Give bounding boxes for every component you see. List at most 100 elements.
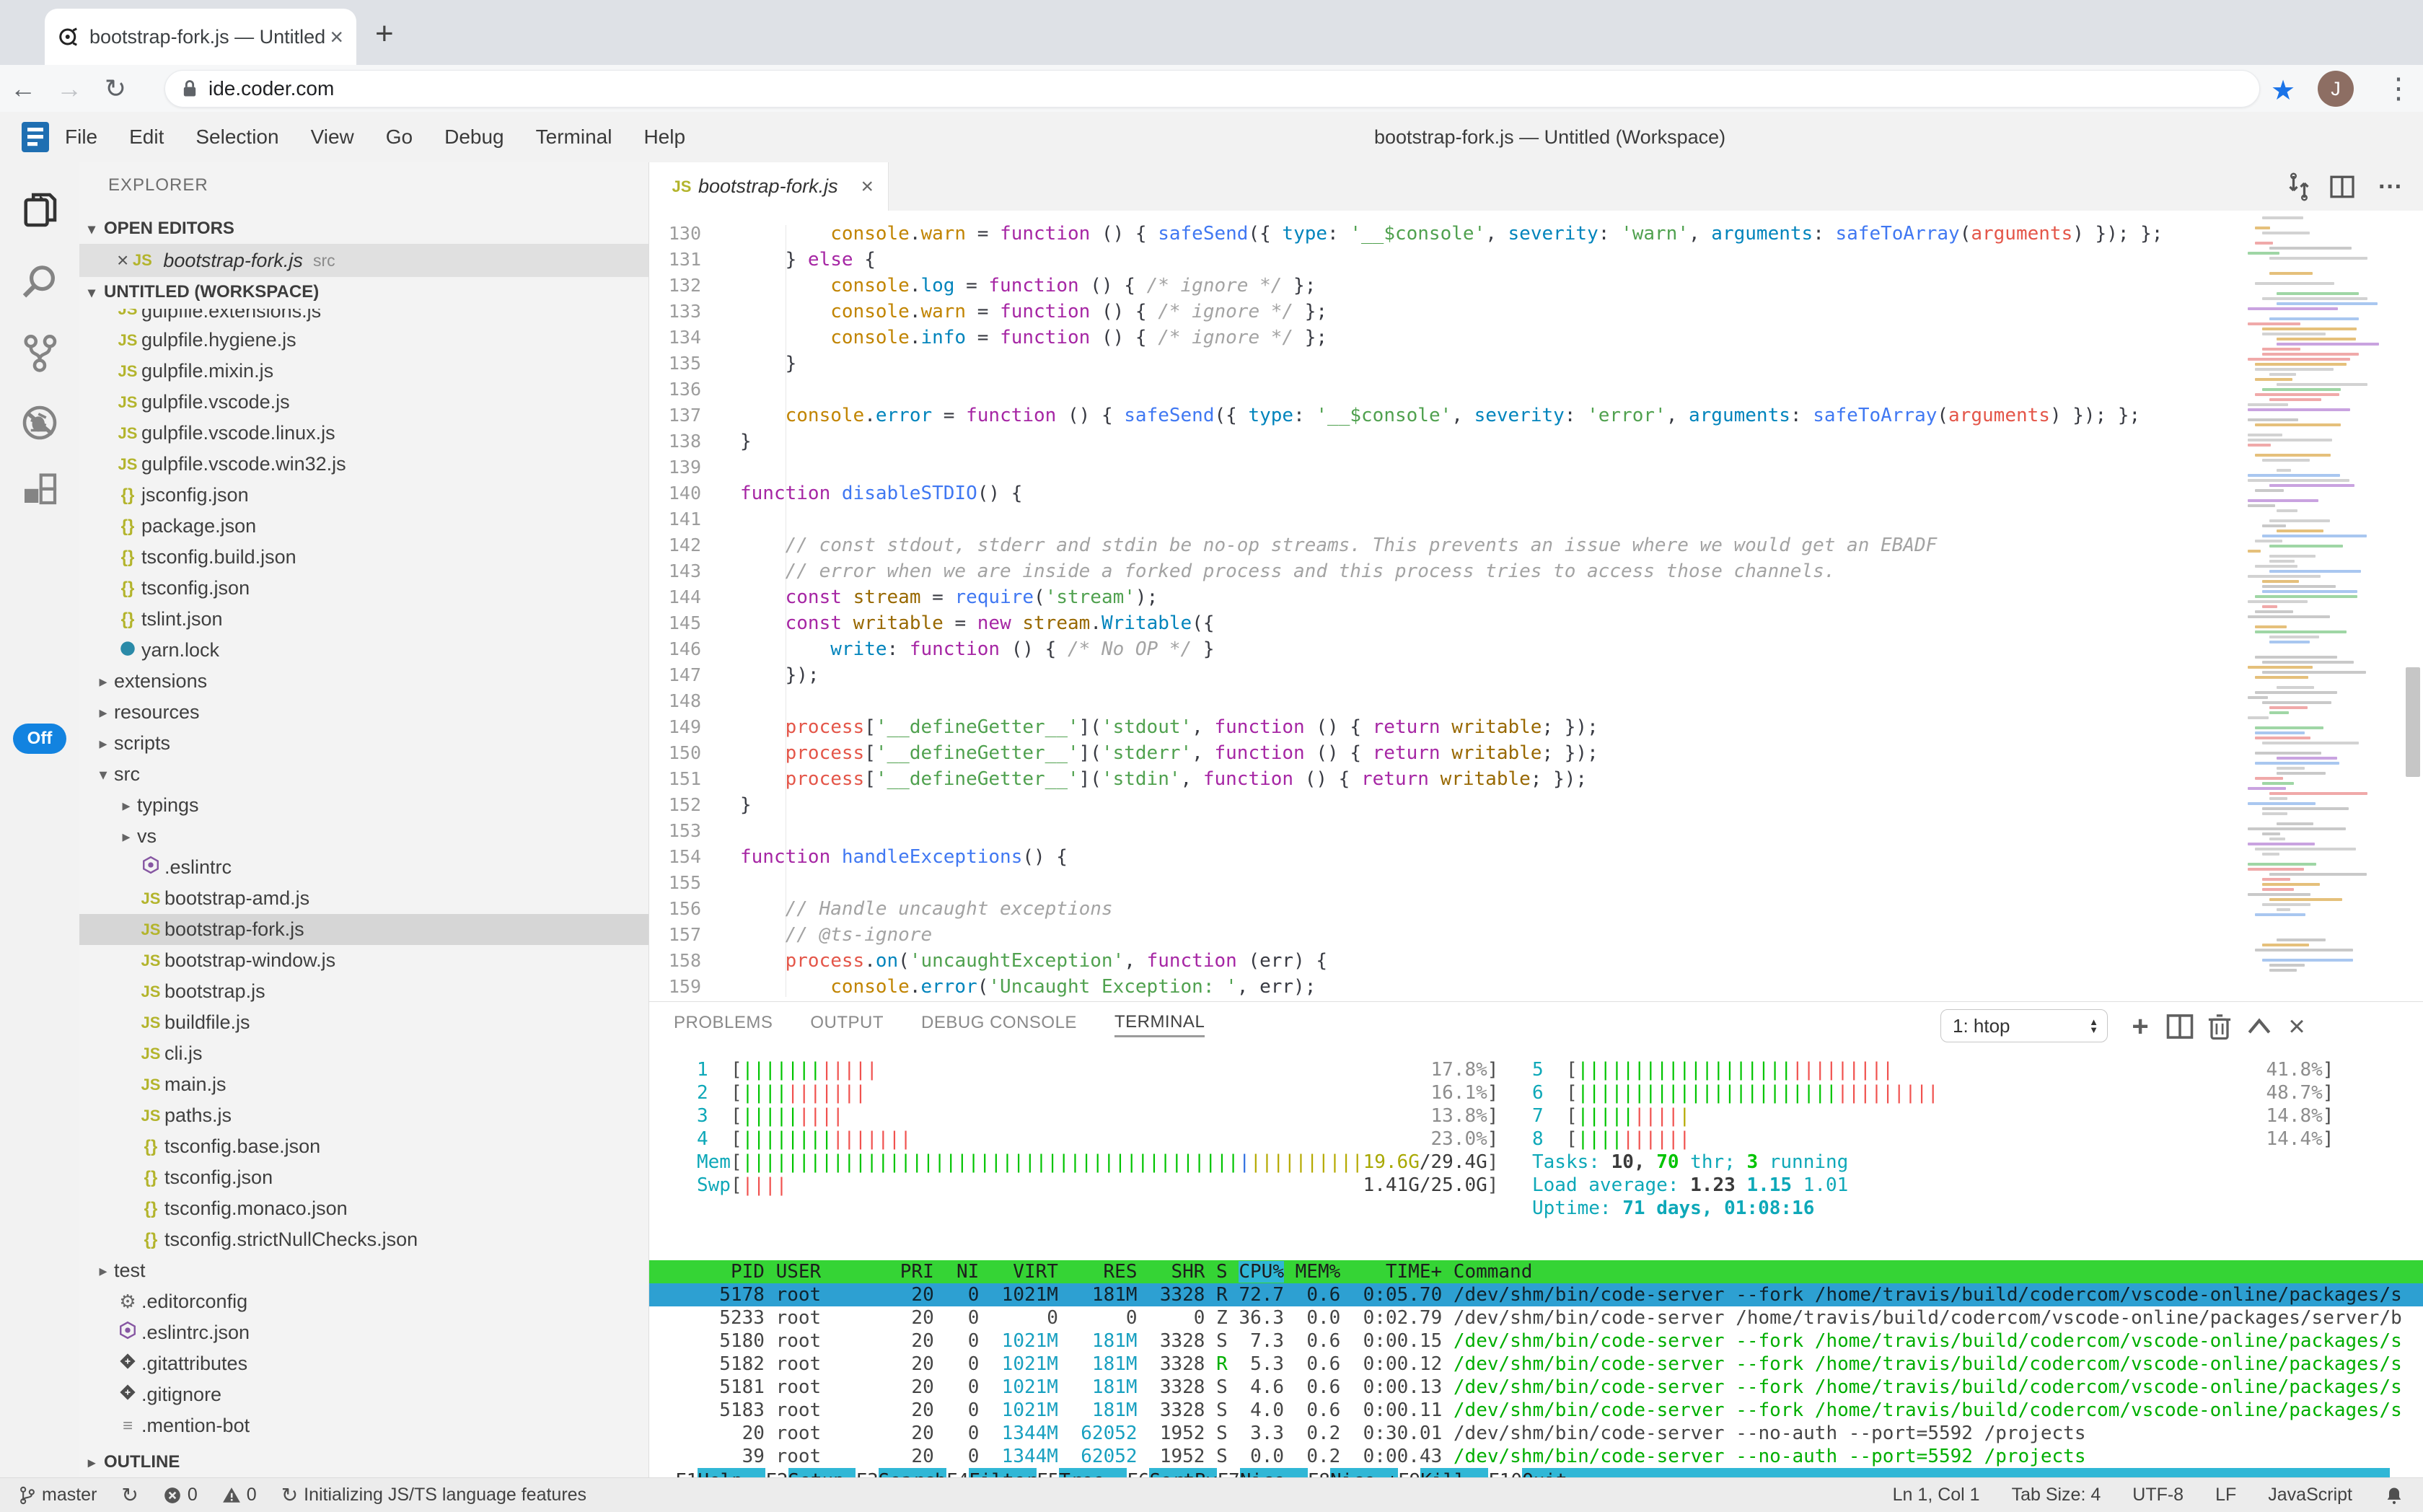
debug-disabled-icon[interactable] [19, 403, 60, 443]
panel-tab-terminal[interactable]: TERMINAL [1114, 1012, 1205, 1037]
tree-item-bootstrap-amd.js[interactable]: JSbootstrap-amd.js [79, 883, 648, 914]
menu-view[interactable]: View [295, 126, 370, 149]
tree-item-main.js[interactable]: JSmain.js [79, 1069, 648, 1100]
tab-size[interactable]: Tab Size: 4 [2012, 1485, 2101, 1506]
tree-item-gulpfile.hygiene.js[interactable]: JSgulpfile.hygiene.js [79, 325, 648, 356]
htop-process-row-5180[interactable]: 5180 root 20 0 1021M 181M 3328 S 7.3 0.6… [649, 1329, 2423, 1353]
htop-process-row-5181[interactable]: 5181 root 20 0 1021M 181M 3328 S 4.6 0.6… [649, 1376, 2423, 1399]
bookmark-star-icon[interactable]: ★ [2271, 74, 2295, 107]
off-toggle-badge[interactable]: Off [13, 724, 66, 754]
tree-item-.eslintrc[interactable]: .eslintrc [79, 852, 648, 883]
files-icon[interactable] [19, 190, 60, 230]
menu-debug[interactable]: Debug [428, 126, 520, 149]
htop-process-row-5182[interactable]: 5182 root 20 0 1021M 181M 3328 R 5.3 0.6… [649, 1353, 2423, 1376]
tree-item-src[interactable]: ▾src [79, 759, 648, 790]
tree-item-jsconfig.json[interactable]: {}jsconfig.json [79, 480, 648, 511]
tree-item-tsconfig.json[interactable]: {}tsconfig.json [79, 573, 648, 604]
tree-item-bootstrap.js[interactable]: JSbootstrap.js [79, 976, 648, 1007]
htop-process-row-5233[interactable]: 5233 root 20 0 0 0 0 Z 36.3 0.0 0:02.79 … [649, 1306, 2423, 1329]
cursor-position[interactable]: Ln 1, Col 1 [1893, 1485, 1980, 1506]
browser-menu-icon[interactable]: ⋮ [2384, 72, 2413, 105]
htop-process-row-5183[interactable]: 5183 root 20 0 1021M 181M 3328 S 4.0 0.6… [649, 1399, 2423, 1422]
panel-tab-debug-console[interactable]: DEBUG CONSOLE [921, 1013, 1077, 1036]
kill-terminal-trash-icon[interactable] [2204, 1011, 2235, 1042]
sync-item[interactable]: ↻ [121, 1483, 138, 1507]
htop-process-row-5178[interactable]: 5178 root 20 0 1021M 181M 3328 R 72.7 0.… [649, 1283, 2423, 1306]
tree-item-.eslintrc.json[interactable]: .eslintrc.json [79, 1317, 648, 1348]
git-branch-item[interactable]: master [19, 1485, 97, 1506]
tree-item-.editorconfig[interactable]: ⚙.editorconfig [79, 1286, 648, 1317]
panel-tab-output[interactable]: OUTPUT [810, 1013, 884, 1036]
tree-item-paths.js[interactable]: JSpaths.js [79, 1100, 648, 1131]
tree-item-gulpfile.vscode.win32.js[interactable]: JSgulpfile.vscode.win32.js [79, 449, 648, 480]
menu-go[interactable]: Go [370, 126, 428, 149]
more-actions-icon[interactable]: ··· [2378, 170, 2403, 204]
menu-edit[interactable]: Edit [113, 126, 180, 149]
tree-item-package.json[interactable]: {}package.json [79, 511, 648, 542]
tree-item-typings[interactable]: ▸typings [79, 790, 648, 821]
htop-process-row-20[interactable]: 20 root 20 0 1344M 62052 1952 S 3.3 0.2 … [649, 1422, 2423, 1445]
workspace-header[interactable]: ▾ UNTITLED (WORKSPACE) [79, 277, 648, 307]
htop-table-header[interactable]: PID USER PRI NI VIRT RES SHR S CPU% MEM%… [649, 1260, 2423, 1283]
terminal[interactable]: 1 [|||||||||||| 17.8%]2 [||||||||||| 16.… [649, 1047, 2423, 1478]
tree-item-extensions[interactable]: ▸extensions [79, 666, 648, 697]
tree-item-bootstrap-fork.js[interactable]: JSbootstrap-fork.js [79, 914, 648, 945]
new-tab-button[interactable]: + [375, 16, 394, 52]
bell-icon[interactable] [2384, 1485, 2404, 1506]
tree-item-resources[interactable]: ▸resources [79, 697, 648, 728]
tree-item-tsconfig.base.json[interactable]: {}tsconfig.base.json [79, 1131, 648, 1162]
menu-selection[interactable]: Selection [180, 126, 294, 149]
menu-file[interactable]: File [49, 126, 113, 149]
tree-item-cli.js[interactable]: JScli.js [79, 1038, 648, 1069]
editor-tab[interactable]: JS bootstrap-fork.js × [649, 162, 889, 211]
tree-item-tsconfig.strictNullChecks.json[interactable]: {}tsconfig.strictNullChecks.json [79, 1224, 648, 1255]
tree-item-gulpfile.extensions.js[interactable]: JSgulpfile.extensions.js [79, 309, 648, 325]
url-bar[interactable]: ide.coder.com [164, 70, 2260, 107]
tree-item-test[interactable]: ▸test [79, 1255, 648, 1286]
extensions-icon[interactable] [19, 472, 60, 513]
tab-close-icon[interactable]: × [330, 25, 343, 48]
panel-tab-problems[interactable]: PROBLEMS [674, 1013, 773, 1036]
tree-item-buildfile.js[interactable]: JSbuildfile.js [79, 1007, 648, 1038]
tree-item-tsconfig.json[interactable]: {}tsconfig.json [79, 1162, 648, 1193]
tree-item-scripts[interactable]: ▸scripts [79, 728, 648, 759]
maximize-panel-icon[interactable] [2243, 1011, 2275, 1042]
tree-item-gulpfile.vscode.linux.js[interactable]: JSgulpfile.vscode.linux.js [79, 418, 648, 449]
split-terminal-icon[interactable] [2164, 1011, 2196, 1042]
minimap[interactable] [2248, 216, 2388, 995]
close-panel-icon[interactable]: × [2281, 1011, 2313, 1042]
search-icon[interactable] [19, 262, 60, 302]
menu-terminal[interactable]: Terminal [520, 126, 628, 149]
tree-item-.mention-bot[interactable]: ≡.mention-bot [79, 1410, 648, 1441]
eol[interactable]: LF [2215, 1485, 2236, 1506]
tree-item-tsconfig.build.json[interactable]: {}tsconfig.build.json [79, 542, 648, 573]
language-status-item[interactable]: ↻ Initializing JS/TS language features [281, 1483, 586, 1507]
errors-item[interactable]: 0 [163, 1485, 198, 1506]
tree-item-tsconfig.monaco.json[interactable]: {}tsconfig.monaco.json [79, 1193, 648, 1224]
compare-changes-icon[interactable] [2285, 170, 2313, 204]
warnings-item[interactable]: 0 [222, 1485, 257, 1506]
tree-item-.gitattributes[interactable]: .gitattributes [79, 1348, 648, 1379]
split-editor-icon[interactable] [2328, 170, 2357, 204]
browser-tab[interactable]: bootstrap-fork.js — Untitled (V × [45, 9, 356, 65]
tree-item-gulpfile.vscode.js[interactable]: JSgulpfile.vscode.js [79, 387, 648, 418]
htop-process-row-39[interactable]: 39 root 20 0 1344M 62052 1952 S 0.0 0.2 … [649, 1445, 2423, 1468]
back-icon[interactable]: ← [0, 74, 46, 104]
avatar[interactable]: J [2318, 71, 2354, 107]
tree-item-bootstrap-window.js[interactable]: JSbootstrap-window.js [79, 945, 648, 976]
encoding[interactable]: UTF-8 [2132, 1485, 2184, 1506]
open-editors-header[interactable]: ▾ OPEN EDITORS [79, 214, 648, 244]
tree-item-vs[interactable]: ▸vs [79, 821, 648, 852]
menu-help[interactable]: Help [628, 126, 701, 149]
source-control-icon[interactable] [19, 333, 60, 373]
reload-icon[interactable]: ↻ [92, 74, 138, 104]
code-editor[interactable]: 1301311321331341351361371381391401411421… [649, 211, 2423, 1001]
terminal-select[interactable]: 1: htop ▲▼ [1940, 1009, 2108, 1042]
outline-header[interactable]: ▸ OUTLINE [79, 1447, 648, 1477]
editor-scrollbar[interactable] [2406, 667, 2420, 777]
tree-item-tslint.json[interactable]: {}tslint.json [79, 604, 648, 635]
tab-close-icon[interactable]: × [861, 175, 874, 199]
close-icon[interactable]: × [117, 249, 128, 272]
tree-item-yarn.lock[interactable]: yarn.lock [79, 635, 648, 666]
forward-icon[interactable]: → [46, 74, 92, 104]
